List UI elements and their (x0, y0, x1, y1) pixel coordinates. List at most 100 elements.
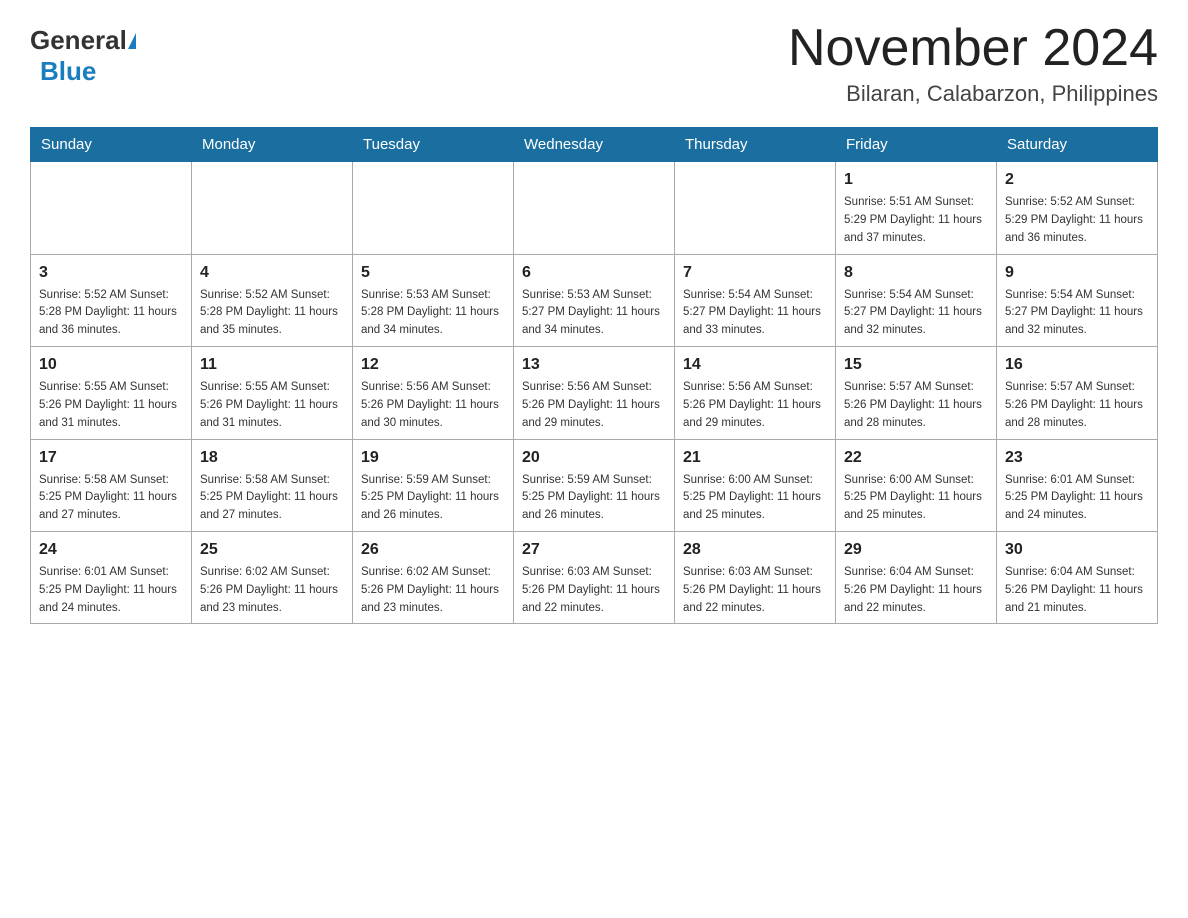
weekday-header-wednesday: Wednesday (514, 128, 675, 162)
day-number: 5 (361, 261, 505, 285)
calendar-row-3: 17 Sunrise: 5:58 AM Sunset: 5:25 PM Dayli… (31, 439, 1158, 531)
calendar-cell: 1Sunrise: 5:51 AM Sunset: 5:29 PM Daylig… (836, 162, 997, 254)
calendar-row-1: 3Sunrise: 5:52 AM Sunset: 5:28 PM Daylig… (31, 254, 1158, 346)
calendar-cell: 26Sunrise: 6:02 AM Sunset: 5:26 PM Dayli… (353, 531, 514, 623)
location-text: Bilaran, Calabarzon, Philippines (788, 81, 1158, 107)
calendar-cell: 30Sunrise: 6:04 AM Sunset: 5:26 PM Dayli… (997, 531, 1158, 623)
day-number: 16 (1005, 353, 1149, 377)
calendar-cell: 27Sunrise: 6:03 AM Sunset: 5:26 PM Dayli… (514, 531, 675, 623)
day-number: 26 (361, 538, 505, 562)
calendar-cell: 4Sunrise: 5:52 AM Sunset: 5:28 PM Daylig… (192, 254, 353, 346)
day-number: 27 (522, 538, 666, 562)
day-number: 30 (1005, 538, 1149, 562)
calendar-row-4: 24Sunrise: 6:01 AM Sunset: 5:25 PM Dayli… (31, 531, 1158, 623)
day-info: Sunrise: 6:04 AM Sunset: 5:26 PM Dayligh… (1005, 564, 1149, 617)
day-info: Sunrise: 5:54 AM Sunset: 5:27 PM Dayligh… (844, 287, 988, 340)
calendar-cell: 8Sunrise: 5:54 AM Sunset: 5:27 PM Daylig… (836, 254, 997, 346)
day-number: 14 (683, 353, 827, 377)
day-info: Sunrise: 6:03 AM Sunset: 5:26 PM Dayligh… (522, 564, 666, 617)
day-info: Sunrise: 6:00 AM Sunset: 5:25 PM Dayligh… (844, 472, 988, 525)
day-info: Sunrise: 5:52 AM Sunset: 5:28 PM Dayligh… (39, 287, 183, 340)
day-info: Sunrise: 5:53 AM Sunset: 5:28 PM Dayligh… (361, 287, 505, 340)
day-info: Sunrise: 6:03 AM Sunset: 5:26 PM Dayligh… (683, 564, 827, 617)
day-info: Sunrise: 5:52 AM Sunset: 5:29 PM Dayligh… (1005, 194, 1149, 247)
calendar-cell (31, 162, 192, 254)
day-number: 8 (844, 261, 988, 285)
calendar-cell: 20Sunrise: 5:59 AM Sunset: 5:25 PM Dayli… (514, 439, 675, 531)
calendar-cell: 23Sunrise: 6:01 AM Sunset: 5:25 PM Dayli… (997, 439, 1158, 531)
logo-general-text: General (30, 25, 127, 56)
calendar-cell: 25Sunrise: 6:02 AM Sunset: 5:26 PM Dayli… (192, 531, 353, 623)
day-info: Sunrise: 5:59 AM Sunset: 5:25 PM Dayligh… (361, 472, 505, 525)
calendar-cell (192, 162, 353, 254)
calendar-row-2: 10Sunrise: 5:55 AM Sunset: 5:26 PM Dayli… (31, 347, 1158, 439)
day-info: Sunrise: 5:54 AM Sunset: 5:27 PM Dayligh… (683, 287, 827, 340)
calendar-row-0: 1Sunrise: 5:51 AM Sunset: 5:29 PM Daylig… (31, 162, 1158, 254)
weekday-header-sunday: Sunday (31, 128, 192, 162)
day-number: 18 (200, 446, 344, 470)
day-number: 24 (39, 538, 183, 562)
day-number: 11 (200, 353, 344, 377)
calendar-cell: 14Sunrise: 5:56 AM Sunset: 5:26 PM Dayli… (675, 347, 836, 439)
day-number: 7 (683, 261, 827, 285)
day-number: 25 (200, 538, 344, 562)
calendar-cell: 28Sunrise: 6:03 AM Sunset: 5:26 PM Dayli… (675, 531, 836, 623)
page-header: General Blue November 2024 Bilaran, Cala… (30, 20, 1158, 107)
day-info: Sunrise: 5:56 AM Sunset: 5:26 PM Dayligh… (361, 379, 505, 432)
title-area: November 2024 Bilaran, Calabarzon, Phili… (788, 20, 1158, 107)
day-info: Sunrise: 6:02 AM Sunset: 5:26 PM Dayligh… (200, 564, 344, 617)
day-number: 1 (844, 168, 988, 192)
weekday-header-thursday: Thursday (675, 128, 836, 162)
day-info: Sunrise: 5:57 AM Sunset: 5:26 PM Dayligh… (1005, 379, 1149, 432)
calendar-cell: 29Sunrise: 6:04 AM Sunset: 5:26 PM Dayli… (836, 531, 997, 623)
day-info: Sunrise: 5:54 AM Sunset: 5:27 PM Dayligh… (1005, 287, 1149, 340)
weekday-header-tuesday: Tuesday (353, 128, 514, 162)
day-info: Sunrise: 5:51 AM Sunset: 5:29 PM Dayligh… (844, 194, 988, 247)
logo-blue-text: Blue (40, 56, 96, 87)
day-number: 21 (683, 446, 827, 470)
calendar-cell: 6Sunrise: 5:53 AM Sunset: 5:27 PM Daylig… (514, 254, 675, 346)
calendar-cell (514, 162, 675, 254)
calendar-cell: 22Sunrise: 6:00 AM Sunset: 5:25 PM Dayli… (836, 439, 997, 531)
day-number: 19 (361, 446, 505, 470)
calendar-cell: 21Sunrise: 6:00 AM Sunset: 5:25 PM Dayli… (675, 439, 836, 531)
calendar-table: SundayMondayTuesdayWednesdayThursdayFrid… (30, 127, 1158, 624)
calendar-cell: 2Sunrise: 5:52 AM Sunset: 5:29 PM Daylig… (997, 162, 1158, 254)
calendar-cell: 7Sunrise: 5:54 AM Sunset: 5:27 PM Daylig… (675, 254, 836, 346)
day-number: 6 (522, 261, 666, 285)
calendar-cell: 10Sunrise: 5:55 AM Sunset: 5:26 PM Dayli… (31, 347, 192, 439)
day-info: Sunrise: 5:59 AM Sunset: 5:25 PM Dayligh… (522, 472, 666, 525)
calendar-cell: 9Sunrise: 5:54 AM Sunset: 5:27 PM Daylig… (997, 254, 1158, 346)
day-number: 23 (1005, 446, 1149, 470)
day-number: 2 (1005, 168, 1149, 192)
calendar-cell: 3Sunrise: 5:52 AM Sunset: 5:28 PM Daylig… (31, 254, 192, 346)
calendar-cell: 24Sunrise: 6:01 AM Sunset: 5:25 PM Dayli… (31, 531, 192, 623)
day-info: Sunrise: 5:55 AM Sunset: 5:26 PM Dayligh… (39, 379, 183, 432)
calendar-cell: 11Sunrise: 5:55 AM Sunset: 5:26 PM Dayli… (192, 347, 353, 439)
day-number: 4 (200, 261, 344, 285)
day-info: Sunrise: 5:52 AM Sunset: 5:28 PM Dayligh… (200, 287, 344, 340)
calendar-cell: 12Sunrise: 5:56 AM Sunset: 5:26 PM Dayli… (353, 347, 514, 439)
calendar-cell: 13Sunrise: 5:56 AM Sunset: 5:26 PM Dayli… (514, 347, 675, 439)
day-number: 22 (844, 446, 988, 470)
logo-arrow-icon (128, 33, 136, 49)
weekday-header-friday: Friday (836, 128, 997, 162)
day-number: 13 (522, 353, 666, 377)
weekday-header-saturday: Saturday (997, 128, 1158, 162)
day-number: 15 (844, 353, 988, 377)
day-info: Sunrise: 5:56 AM Sunset: 5:26 PM Dayligh… (683, 379, 827, 432)
month-title: November 2024 (788, 20, 1158, 77)
day-number: 17 (39, 446, 183, 470)
calendar-cell (675, 162, 836, 254)
day-info: Sunrise: 5:58 AM Sunset: 5:25 PM Dayligh… (200, 472, 344, 525)
day-info: Sunrise: 6:04 AM Sunset: 5:26 PM Dayligh… (844, 564, 988, 617)
calendar-cell: 5Sunrise: 5:53 AM Sunset: 5:28 PM Daylig… (353, 254, 514, 346)
day-number: 9 (1005, 261, 1149, 285)
day-info: Sunrise: 5:53 AM Sunset: 5:27 PM Dayligh… (522, 287, 666, 340)
logo: General Blue (30, 20, 137, 87)
calendar-cell: 16Sunrise: 5:57 AM Sunset: 5:26 PM Dayli… (997, 347, 1158, 439)
day-info: Sunrise: 6:01 AM Sunset: 5:25 PM Dayligh… (39, 564, 183, 617)
day-number: 3 (39, 261, 183, 285)
day-number: 29 (844, 538, 988, 562)
day-number: 20 (522, 446, 666, 470)
